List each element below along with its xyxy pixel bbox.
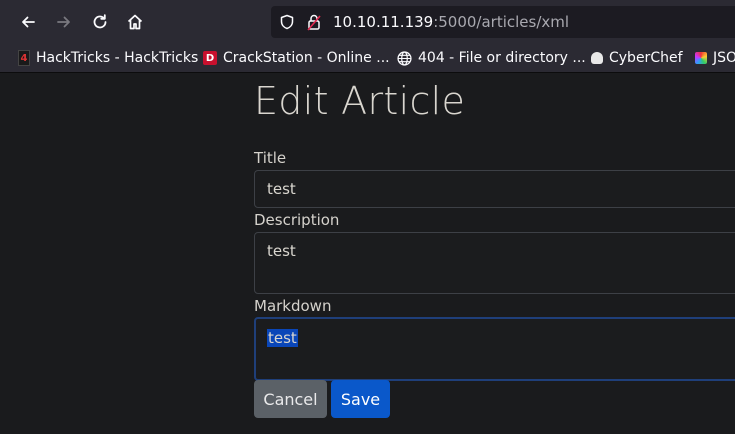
page-title: Edit Article: [254, 79, 466, 123]
title-input-value: test: [267, 180, 296, 198]
url-path: :5000/articles/xml: [433, 13, 570, 31]
back-button[interactable]: [16, 10, 40, 34]
bookmark-404[interactable]: 404 - File or directory ...: [397, 48, 586, 68]
description-label: Description: [254, 211, 340, 229]
markdown-textarea[interactable]: test: [254, 317, 735, 381]
url-host: 10.10.11.139: [333, 13, 434, 31]
markdown-label: Markdown: [254, 297, 332, 315]
bookmark-hacktricks[interactable]: 4 HackTricks - HackTricks: [18, 48, 198, 68]
back-arrow-icon: [22, 16, 35, 28]
bookmark-label: 404 - File or directory ...: [418, 50, 586, 66]
bookmark-json[interactable]: JSO: [695, 48, 735, 68]
title-label: Title: [254, 149, 287, 167]
reload-button[interactable]: [88, 10, 112, 34]
cyberchef-icon: [591, 52, 603, 64]
browser-toolbar: 10.10.11.139:5000/articles/xml: [0, 0, 735, 44]
save-button[interactable]: Save: [331, 380, 390, 418]
bookmark-crackstation[interactable]: D CrackStation - Online ...: [203, 48, 390, 68]
forward-button[interactable]: [52, 10, 76, 34]
home-button[interactable]: [123, 10, 147, 34]
title-input[interactable]: test: [254, 170, 735, 208]
tracking-shield-icon[interactable]: [279, 14, 295, 30]
reload-icon: [93, 14, 107, 29]
address-bar[interactable]: 10.10.11.139:5000/articles/xml: [271, 6, 735, 38]
markdown-selected-text: test: [267, 329, 298, 347]
insecure-lock-icon[interactable]: [306, 13, 322, 31]
bookmark-label: CyberChef: [609, 50, 683, 66]
url-text[interactable]: 10.10.11.139:5000/articles/xml: [333, 13, 569, 31]
page-content: Edit Article Title test Description test…: [0, 73, 735, 434]
forward-arrow-icon: [57, 16, 70, 28]
bookmark-cyberchef[interactable]: CyberChef: [591, 48, 683, 68]
cancel-button[interactable]: Cancel: [254, 380, 327, 418]
crackstation-icon: D: [203, 51, 217, 65]
description-textarea-value: test: [267, 242, 296, 260]
json-icon: [695, 52, 707, 64]
bookmark-label: JSO: [713, 50, 735, 66]
bookmarks-bar: 4 HackTricks - HackTricks D CrackStation…: [0, 44, 735, 73]
bookmark-label: CrackStation - Online ...: [223, 50, 390, 66]
description-textarea[interactable]: test: [254, 232, 735, 294]
globe-icon: [397, 50, 412, 66]
bookmark-label: HackTricks - HackTricks: [36, 50, 199, 66]
home-icon: [127, 14, 143, 30]
hacktricks-icon: 4: [18, 50, 30, 66]
